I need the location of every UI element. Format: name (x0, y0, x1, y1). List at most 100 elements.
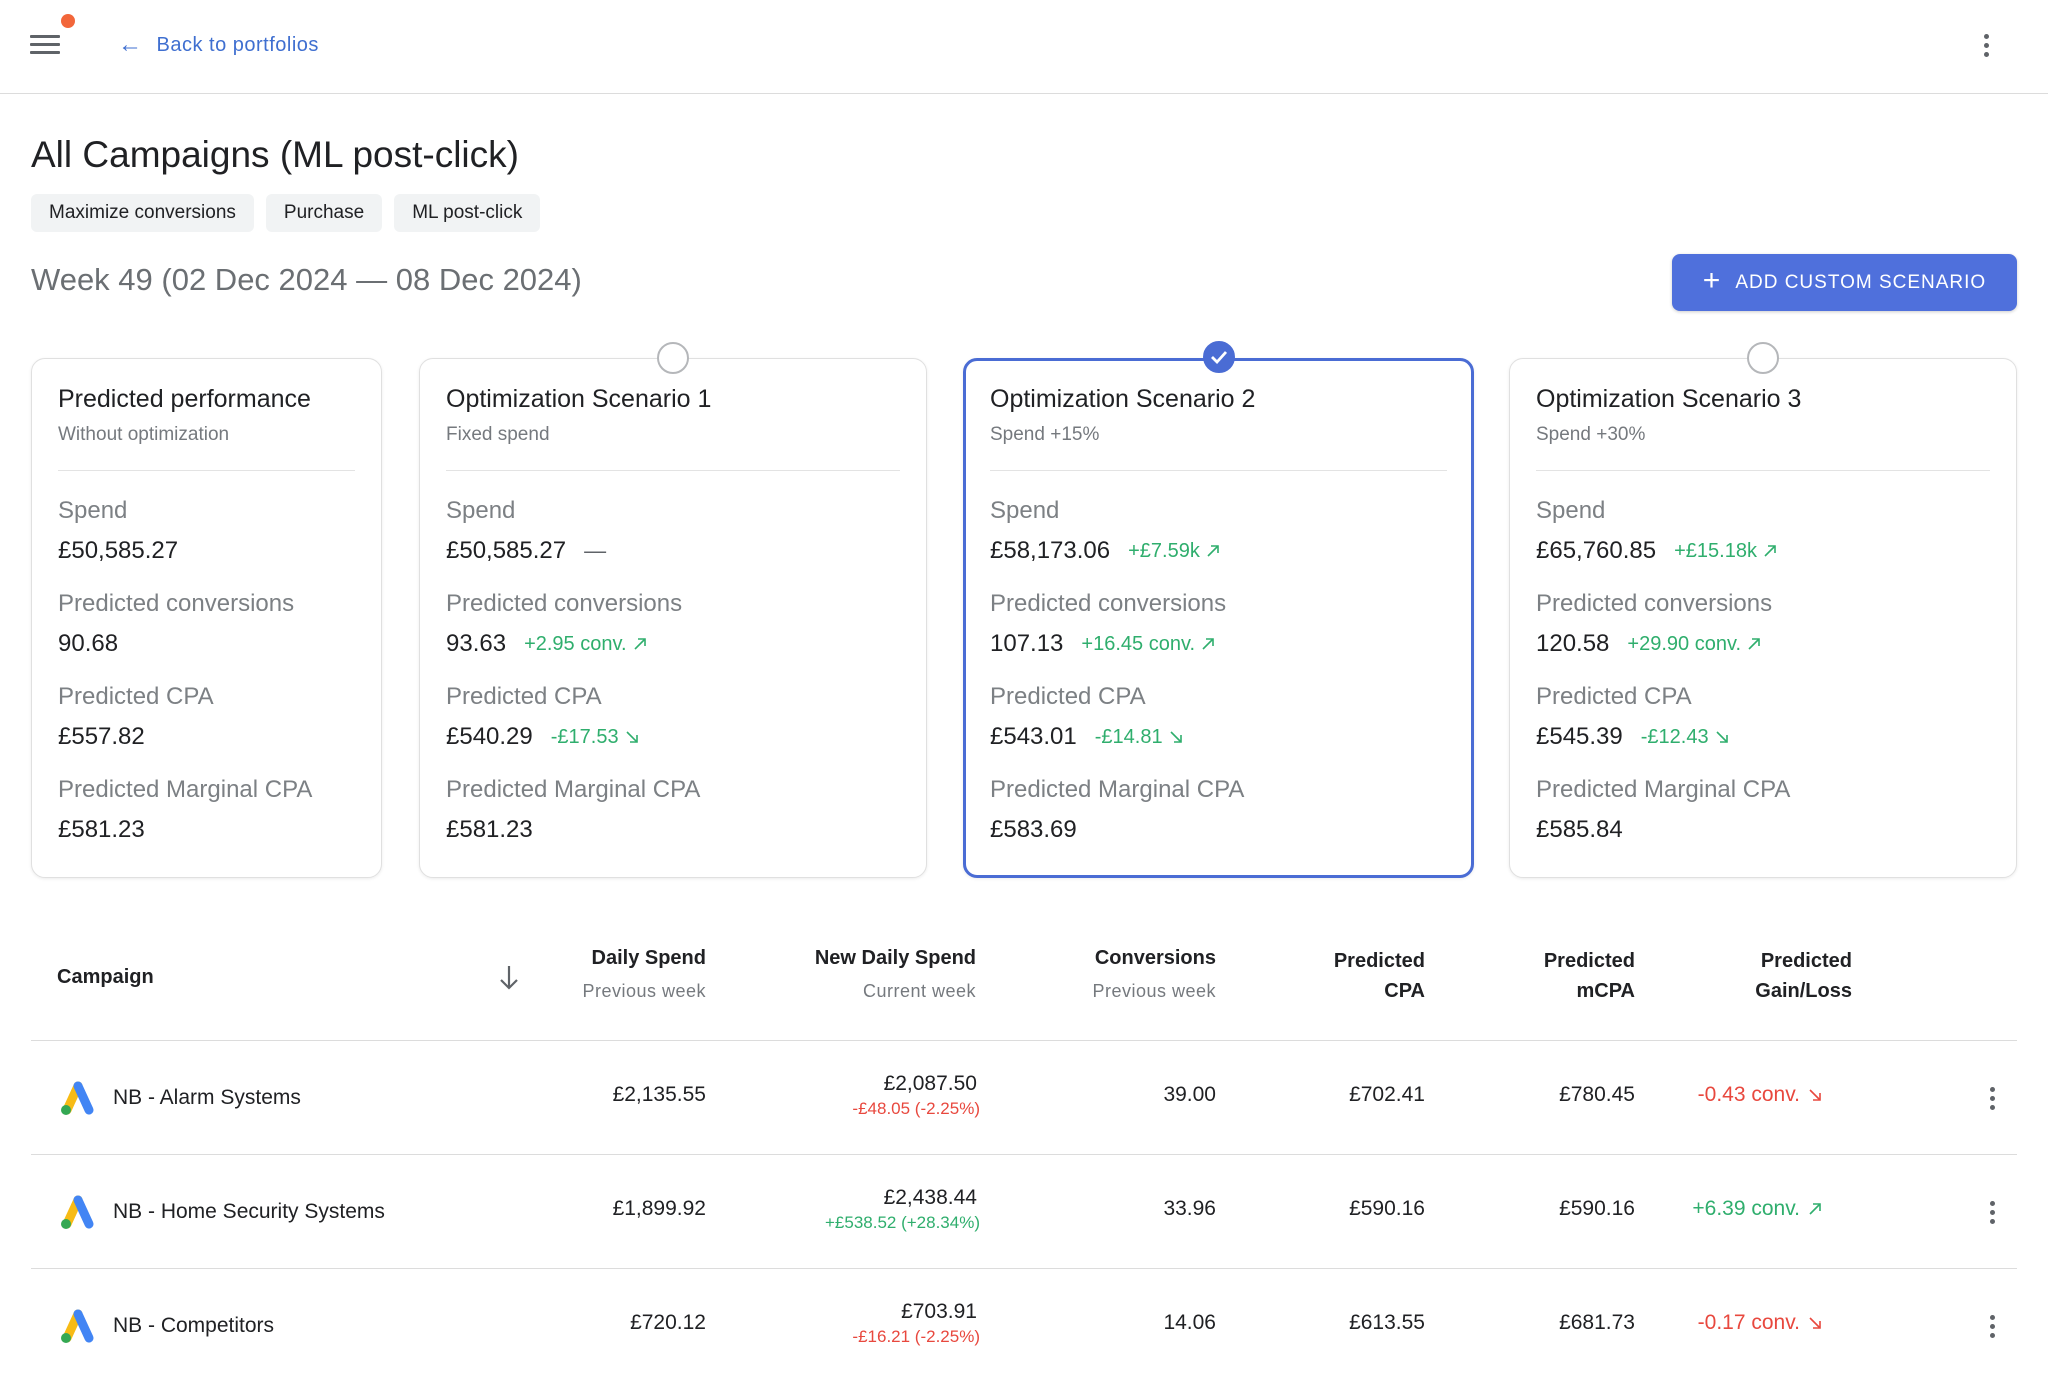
header-predicted-gain-loss[interactable]: Predicted Gain/Loss (1755, 946, 1852, 1006)
card-title: Predicted performance (58, 385, 311, 413)
campaign-name-cell[interactable]: NB - Competitors (57, 1307, 274, 1345)
card-divider (990, 470, 1447, 471)
campaign-name-cell[interactable]: NB - Alarm Systems (57, 1079, 301, 1117)
chip-conversion-goal: Purchase (265, 194, 383, 232)
campaign-name: NB - Home Security Systems (113, 1200, 385, 1223)
header-predicted-mcpa[interactable]: Predicted mCPA (1544, 946, 1635, 1006)
metric-cpa-value: £557.82 (58, 723, 145, 750)
spend-delta: +£7.59k (1128, 540, 1220, 563)
arrow-up-right-icon (1748, 638, 1760, 650)
header-predicted-mcpa-line1: Predicted (1543, 950, 1635, 972)
metric-cpa-value: £540.29 (446, 723, 533, 750)
metric-marginal-cpa: Predicted Marginal CPA £581.23 (446, 776, 900, 869)
metric-conversions-value: 107.13 (990, 630, 1064, 657)
scenario-radio[interactable] (657, 342, 689, 374)
metric-cpa-value: £543.01 (990, 723, 1077, 750)
metric-conversions: Predicted conversions 93.63 +2.95 conv. (446, 590, 900, 683)
header-predicted-cpa-line1: Predicted (1333, 950, 1425, 972)
metric-cpa: Predicted CPA £545.39 -£12.43 (1536, 683, 1990, 776)
metric-marginal-cpa-label: Predicted Marginal CPA (446, 776, 701, 803)
header-campaign[interactable]: Campaign (57, 962, 154, 992)
spend-delta-value: +£15.18k (1674, 539, 1757, 562)
header-predicted-cpa-line2: CPA (1384, 980, 1425, 1002)
scenario-radio-selected[interactable] (1202, 341, 1235, 373)
campaign-name: NB - Alarm Systems (113, 1086, 301, 1109)
header-daily-spend[interactable]: Daily Spend Previous week (582, 943, 706, 1006)
campaign-name-cell[interactable]: NB - Home Security Systems (57, 1193, 385, 1231)
arrow-up-right-icon (1202, 638, 1214, 650)
new-daily-spend-change: +£538.52 (+28.34%) (824, 1213, 980, 1232)
arrow-up-right-icon (1764, 545, 1776, 557)
metric-cpa-label: Predicted CPA (58, 683, 214, 710)
conversions-delta: +2.95 conv. (524, 633, 646, 656)
metric-cpa-value: £545.39 (1536, 723, 1623, 750)
metric-spend-label: Spend (1536, 497, 1606, 524)
table-row[interactable]: NB - Competitors £720.12 £703.91 -£16.21 (-… (31, 1269, 2017, 1376)
header-predicted-cpa[interactable]: Predicted CPA (1334, 946, 1425, 1006)
arrow-left-icon: ← (118, 31, 143, 58)
more-vertical-icon[interactable] (1986, 1083, 1998, 1113)
more-vertical-icon[interactable] (1986, 1197, 1998, 1227)
table-row[interactable]: NB - Alarm Systems £2,135.55 £2,087.50 -£48… (31, 1041, 2017, 1155)
header-daily-spend-sub: Previous week (582, 981, 706, 1001)
conversions-delta-value: +16.45 conv. (1081, 632, 1196, 655)
spend-delta: — (584, 538, 607, 563)
header-new-daily-spend-sub: Current week (862, 981, 976, 1001)
predicted-gain-loss-cell: -0.17 conv. (1698, 1311, 1822, 1335)
predicted-mcpa-cell: £681.73 (1559, 1311, 1635, 1334)
predicted-gain-loss-cell: +6.39 conv. (1692, 1197, 1822, 1221)
scenario-card-3[interactable]: Optimization Scenario 3 Spend +30% Spend £6… (1509, 342, 2017, 878)
hamburger-menu-icon[interactable] (30, 35, 60, 55)
metric-marginal-cpa-value: £581.23 (58, 816, 145, 843)
predicted-mcpa-cell: £780.45 (1559, 1083, 1635, 1106)
arrow-down-icon[interactable] (497, 962, 521, 992)
scenario-card-2[interactable]: Optimization Scenario 2 Spend +15% Spend £5… (963, 341, 1474, 878)
metric-spend: Spend £50,585.27 — (446, 497, 900, 590)
week-label: Week 49 (02 Dec 2024 — 08 Dec 2024) (31, 262, 582, 297)
cpa-delta: -£14.81 (1095, 726, 1183, 749)
table-body: NB - Alarm Systems £2,135.55 £2,087.50 -£48… (31, 1041, 2017, 1376)
metric-marginal-cpa: Predicted Marginal CPA £581.23 (58, 776, 355, 869)
gain-loss-value: -0.17 conv. (1697, 1311, 1800, 1334)
conversions-delta-value: +29.90 conv. (1627, 632, 1742, 655)
conversions-cell: 33.96 (1163, 1197, 1216, 1220)
arrow-up-right-icon (1809, 1203, 1821, 1215)
metric-marginal-cpa-label: Predicted Marginal CPA (990, 776, 1245, 803)
conversions-delta: +29.90 conv. (1627, 633, 1761, 656)
header-conversions[interactable]: Conversions Previous week (1092, 943, 1216, 1006)
add-custom-scenario-button[interactable]: + ADD CUSTOM SCENARIO (1672, 254, 2017, 311)
more-vertical-icon[interactable] (1980, 30, 1992, 60)
scenario-radio[interactable] (1747, 342, 1779, 374)
metric-marginal-cpa: Predicted Marginal CPA £585.84 (1536, 776, 1990, 869)
check-icon (1210, 351, 1227, 364)
predicted-cpa-cell: £613.55 (1349, 1311, 1425, 1334)
header-predicted-mcpa-line2: mCPA (1576, 980, 1635, 1002)
metric-conversions: Predicted conversions 107.13 +16.45 conv. (990, 590, 1447, 683)
header-new-daily-spend[interactable]: New Daily Spend Current week (815, 943, 976, 1006)
metric-cpa-label: Predicted CPA (1536, 683, 1692, 710)
gain-loss-value: -0.43 conv. (1697, 1083, 1800, 1106)
scenario-card-0: Predicted performance Without optimizatio… (31, 358, 382, 878)
notification-dot (61, 14, 75, 28)
new-daily-spend-value: £2,438.44 (883, 1186, 977, 1209)
metric-marginal-cpa-label: Predicted Marginal CPA (1536, 776, 1791, 803)
campaign-name: NB - Competitors (113, 1314, 275, 1337)
metric-conversions-label: Predicted conversions (1536, 590, 1773, 617)
scenario-card-1[interactable]: Optimization Scenario 1 Fixed spend Spend £… (419, 342, 927, 878)
strategy-chips: Maximize conversions Purchase ML post-cl… (31, 194, 541, 232)
table-header: Campaign Daily Spend Previous week New D… (31, 912, 2017, 1041)
header-conversions-sub: Previous week (1092, 981, 1216, 1001)
card-subtitle: Spend +30% (1536, 424, 1646, 445)
table-row[interactable]: NB - Home Security Systems £1,899.92 £2,43… (31, 1155, 2017, 1269)
daily-spend-cell: £2,135.55 (612, 1083, 706, 1106)
more-vertical-icon[interactable] (1986, 1311, 1998, 1341)
metric-spend-value: £65,760.85 (1536, 537, 1657, 564)
cpa-delta: -£17.53 (551, 726, 639, 749)
back-link-label: Back to portfolios (156, 33, 319, 56)
metric-cpa: Predicted CPA £543.01 -£14.81 (990, 683, 1447, 776)
chip-attribution-model: ML post-click (394, 194, 541, 232)
gain-loss-value: +6.39 conv. (1692, 1197, 1800, 1220)
back-to-portfolios-link[interactable]: ← Back to portfolios (118, 30, 319, 60)
spend-delta: +£15.18k (1674, 540, 1777, 563)
google-ads-logo-icon (61, 1309, 94, 1343)
